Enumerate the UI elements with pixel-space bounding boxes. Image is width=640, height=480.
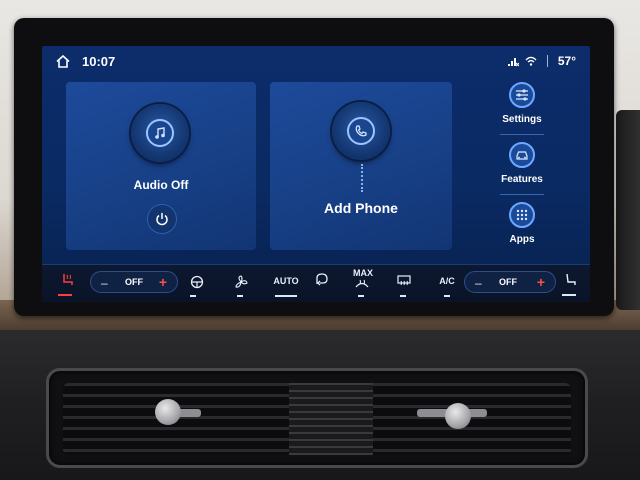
heated-seat-icon[interactable] [60,273,76,287]
apps-button[interactable]: Apps [482,202,562,245]
vent-knob-left[interactable] [155,399,181,425]
home-icon[interactable] [56,55,70,68]
right-fan-control[interactable]: – OFF + [464,271,556,293]
phone-card[interactable]: Add Phone [270,82,452,250]
audio-card[interactable]: Audio Off [66,82,256,250]
status-divider [546,55,548,67]
ac-indicator [444,295,450,297]
menu-divider [500,194,544,195]
outside-temperature: 57° [557,54,576,68]
left-fan-control[interactable]: – OFF + [90,271,178,293]
max-defrost-indicator [358,295,364,297]
phone-button[interactable] [332,102,390,160]
wifi-icon [525,56,537,66]
clock: 10:07 [82,54,116,69]
right-increase-button[interactable]: + [537,274,545,290]
left-fan-value: OFF [125,277,143,287]
right-seat-indicator [562,294,576,296]
recirculation-icon[interactable] [314,272,330,288]
phone-icon [355,125,367,137]
climate-bar: – OFF + AUTO MAX A/C – OFF + [42,264,590,302]
no-signal-icon [507,58,519,67]
vent-center-section [289,383,373,455]
infotainment-screen: 10:07 57° Audio Off Add Phone Settings F… [42,46,590,302]
status-indicators: 57° [507,54,576,68]
audio-power-button[interactable] [147,204,177,234]
right-decrease-button[interactable]: – [475,276,482,290]
left-decrease-button[interactable]: – [101,276,108,290]
settings-label: Settings [502,114,542,125]
audio-source-button[interactable] [131,104,189,162]
car-icon [516,151,528,160]
apps-label: Apps [509,234,535,245]
ac-button[interactable]: A/C [435,276,459,286]
auto-indicator [275,295,297,297]
vent-knob-right[interactable] [445,403,471,429]
features-label: Features [501,174,543,185]
sliders-icon [516,89,528,101]
air-vent [46,368,588,468]
fan-icon[interactable] [234,275,248,289]
add-phone-label: Add Phone [324,200,398,216]
fan-level-indicator [237,295,243,297]
dashboard-side-panel [616,110,640,310]
right-fan-value: OFF [499,277,517,287]
steering-wheel-heat-icon[interactable] [190,275,204,289]
defrost-front-icon[interactable] [354,278,370,290]
seat-heat-level-indicator [58,294,72,296]
settings-button[interactable]: Settings [482,82,562,125]
music-note-icon [155,127,165,139]
rear-defrost-indicator [400,295,406,297]
wheel-heat-indicator [190,295,196,297]
audio-status-label: Audio Off [133,178,189,192]
max-defrost-label: MAX [353,268,373,278]
menu-divider [500,134,544,135]
vent-slats [63,383,571,455]
recline-seat-icon[interactable] [564,273,578,287]
connector-dots [361,164,363,192]
defrost-rear-icon[interactable] [396,275,412,287]
features-button[interactable]: Features [482,142,562,185]
auto-button[interactable]: AUTO [272,276,300,286]
left-increase-button[interactable]: + [159,274,167,290]
power-icon [156,213,168,226]
grid-icon [516,209,528,221]
